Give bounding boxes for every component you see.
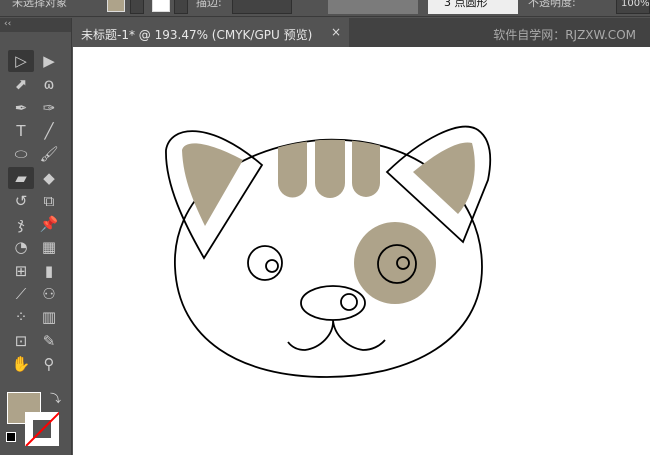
nostril — [340, 293, 358, 311]
head-stripes — [278, 139, 380, 198]
cat-artwork — [165, 125, 492, 378]
eye-patch — [354, 222, 436, 304]
